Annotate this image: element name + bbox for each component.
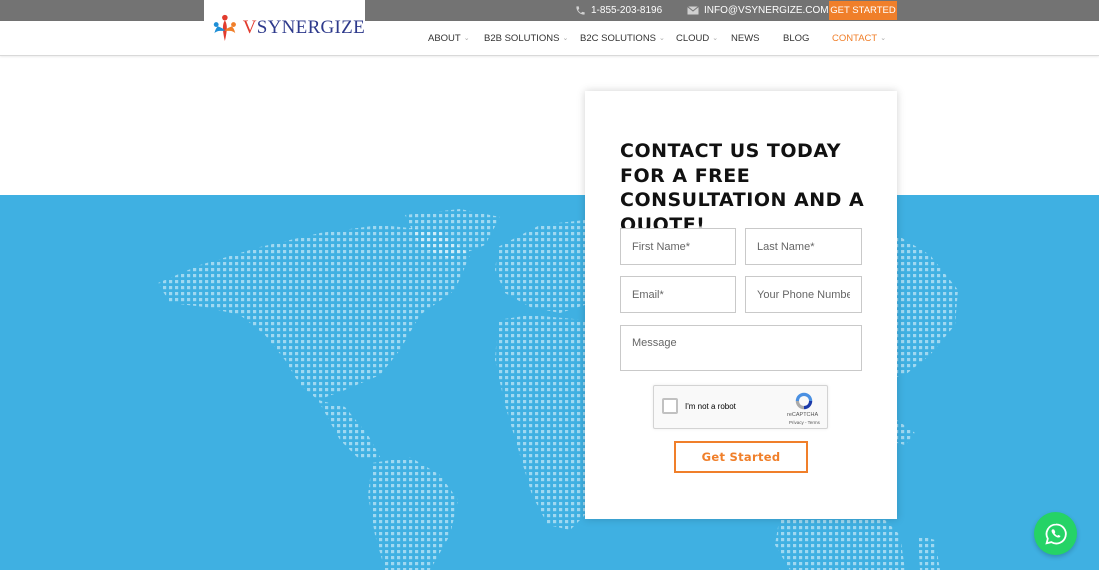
chevron-down-icon: ⌄ bbox=[659, 35, 665, 42]
phone-link[interactable]: 1-855-203-8196 bbox=[575, 0, 662, 21]
form-title: CONTACT US TODAY FOR A FREE CONSULTATION… bbox=[620, 140, 865, 236]
logo[interactable]: VSYNERGIZE bbox=[204, 0, 365, 55]
chevron-down-icon: ⌄ bbox=[562, 35, 569, 42]
recaptcha-label: I'm not a robot bbox=[685, 402, 736, 411]
chevron-down-icon: ⌄ bbox=[712, 35, 719, 42]
recaptcha-terms[interactable]: Privacy - Terms bbox=[789, 420, 820, 425]
email-link[interactable]: INFO@VSYNERGIZE.COM bbox=[687, 0, 829, 21]
nav-item-cloud[interactable]: CLOUD ⌄ bbox=[676, 21, 718, 55]
logo-wordmark: VSYNERGIZE bbox=[242, 16, 365, 38]
world-map-dots bbox=[158, 209, 958, 570]
message-input[interactable] bbox=[620, 325, 862, 371]
recaptcha-checkbox[interactable] bbox=[662, 398, 678, 414]
nav-item-b2b-solutions[interactable]: B2B SOLUTIONS ⌄ bbox=[484, 21, 568, 55]
main-nav: ABOUT ⌄ B2B SOLUTIONS ⌄ B2C SOLUTIONS ⌄ CLO… bbox=[0, 21, 1099, 56]
first-name-input[interactable] bbox=[620, 228, 736, 265]
recaptcha-widget: I'm not a robot reCAPTCHA Privacy - Term… bbox=[653, 385, 828, 429]
email-address: INFO@VSYNERGIZE.COM bbox=[704, 5, 829, 16]
whatsapp-button[interactable] bbox=[1034, 512, 1077, 555]
recaptcha-icon bbox=[795, 392, 813, 410]
email-input[interactable] bbox=[620, 276, 736, 313]
logo-icon bbox=[213, 14, 236, 41]
chevron-down-icon: ⌄ bbox=[880, 35, 887, 42]
nav-item-about[interactable]: ABOUT ⌄ bbox=[428, 21, 470, 55]
top-bar: 1-855-203-8196 INFO@VSYNERGIZE.COM GET S… bbox=[0, 0, 1099, 21]
phone-icon bbox=[576, 6, 585, 15]
contact-form-card: CONTACT US TODAY FOR A FREE CONSULTATION… bbox=[585, 91, 897, 519]
nav-item-b2c-solutions[interactable]: B2C SOLUTIONS ⌄ bbox=[580, 21, 665, 55]
last-name-input[interactable] bbox=[745, 228, 862, 265]
phone-number: 1-855-203-8196 bbox=[591, 5, 663, 16]
mail-icon bbox=[687, 6, 699, 15]
map-section bbox=[0, 195, 1099, 570]
get-started-top-button[interactable]: GET STARTED bbox=[829, 1, 897, 20]
recaptcha-brand: reCAPTCHA bbox=[787, 412, 819, 418]
whatsapp-icon bbox=[1044, 523, 1067, 545]
phone-input[interactable] bbox=[745, 276, 862, 313]
nav-item-contact[interactable]: CONTACT ⌄ bbox=[832, 21, 886, 55]
chevron-down-icon: ⌄ bbox=[463, 35, 470, 42]
nav-item-blog[interactable]: BLOG bbox=[783, 21, 809, 55]
get-started-submit-button[interactable]: Get Started bbox=[674, 441, 808, 473]
nav-item-news[interactable]: NEWS bbox=[731, 21, 760, 55]
